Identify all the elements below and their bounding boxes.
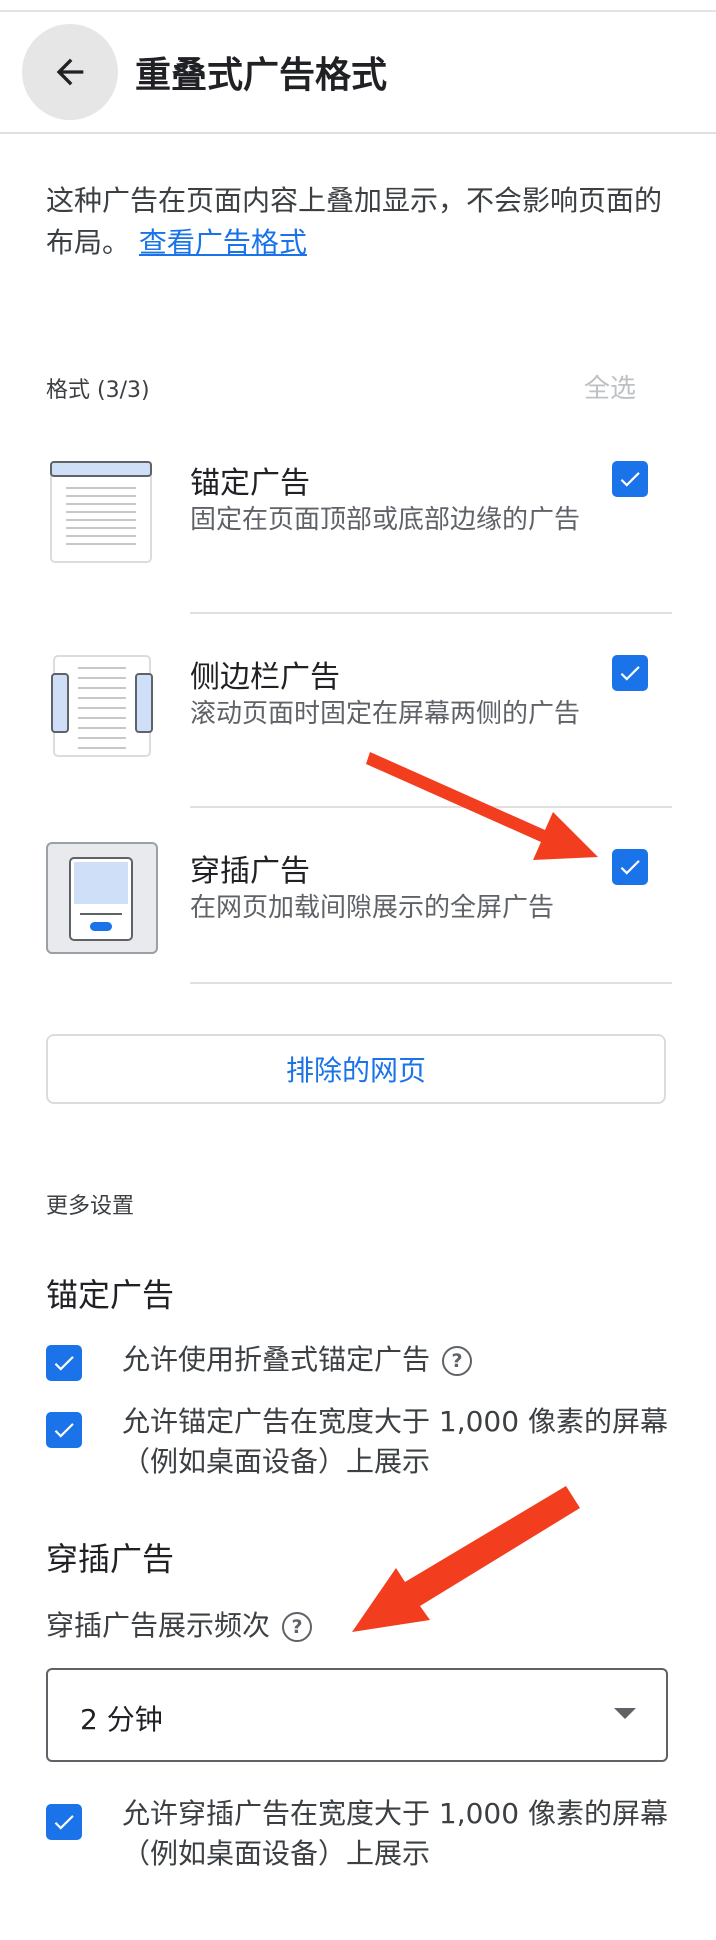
checkbox-anchor-desktop[interactable] [46, 1412, 82, 1448]
format-desc-anchor: 固定在页面顶部或底部边缘的广告 [190, 505, 581, 535]
checkbox-collapsible-anchor[interactable] [46, 1345, 82, 1381]
excluded-pages-button[interactable]: 排除的网页 [46, 1034, 666, 1104]
check-icon [620, 666, 640, 681]
check-icon [54, 1815, 74, 1830]
help-icon[interactable]: ? [442, 1346, 473, 1376]
check-icon [54, 1423, 74, 1438]
format-divider [190, 806, 672, 808]
vignette-desktop-option-label: 允许穿插广告在宽度大于 1,000 像素的屏幕（例如桌面设备）上展示 [122, 1797, 668, 1870]
header-divider [0, 132, 716, 134]
check-icon [620, 472, 640, 487]
vignette-frequency-label: 穿插广告展示频次? [46, 1604, 313, 1644]
annotation-arrow-icon [352, 1486, 580, 1632]
annotation-arrows [352, 752, 598, 1632]
select-all-button[interactable]: 全选 [584, 368, 636, 405]
caret-down-icon [614, 1708, 636, 1719]
top-border [0, 10, 716, 12]
collapsible-anchor-label: 允许使用折叠式锚定广告 [122, 1343, 431, 1376]
checkbox-side-rail[interactable] [612, 655, 648, 691]
vignette-frequency-text: 穿插广告展示频次 [46, 1609, 271, 1642]
anchor-ad-thumbnail [50, 460, 154, 568]
page-title: 重叠式广告格式 [135, 55, 388, 96]
check-icon [620, 860, 640, 875]
format-title-side-rail: 侧边栏广告 [190, 660, 340, 695]
checkbox-anchor[interactable] [612, 461, 648, 497]
arrow-left-icon [56, 58, 84, 86]
anchor-settings-title: 锚定广告 [46, 1276, 175, 1314]
more-settings-label: 更多设置 [46, 1194, 135, 1219]
format-divider [190, 982, 672, 984]
dropdown-selected-value: 2 分钟 [80, 1703, 163, 1736]
collapsible-anchor-option: 允许使用折叠式锚定广告? [122, 1340, 682, 1380]
formats-label: 格式 (3/3) [46, 378, 150, 403]
vignette-ad-thumbnail [46, 842, 158, 958]
format-divider [190, 612, 672, 614]
checkbox-vignette-desktop[interactable] [46, 1804, 82, 1840]
side-rail-ad-thumbnail [50, 654, 154, 762]
vignette-frequency-dropdown[interactable]: 2 分钟 [46, 1668, 668, 1762]
format-title-vignette: 穿插广告 [190, 854, 310, 889]
anchor-desktop-option-label: 允许锚定广告在宽度大于 1,000 像素的屏幕（例如桌面设备）上展示 [122, 1405, 668, 1478]
format-desc-side-rail: 滚动页面时固定在屏幕两侧的广告 [190, 699, 581, 729]
view-ad-formats-link[interactable]: 查看广告格式 [139, 226, 307, 259]
intro-text: 这种广告在页面内容上叠加显示，不会影响页面的布局。 查看广告格式 [46, 180, 666, 264]
checkbox-vignette[interactable] [612, 849, 648, 885]
format-desc-vignette: 在网页加载间隙展示的全屏广告 [190, 893, 555, 923]
help-icon[interactable]: ? [282, 1612, 313, 1642]
back-button[interactable] [22, 24, 118, 120]
format-title-anchor: 锚定广告 [190, 466, 310, 501]
check-icon [54, 1356, 74, 1371]
vignette-settings-title: 穿插广告 [46, 1540, 175, 1578]
